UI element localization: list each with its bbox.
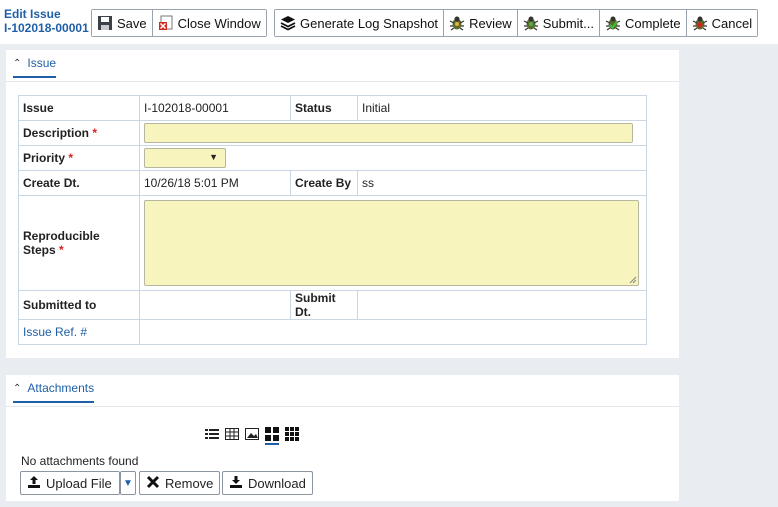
form-row: Reproducible Steps * (18, 195, 647, 291)
save-label: Save (117, 15, 147, 31)
small-tiles-view-icon[interactable] (285, 427, 299, 441)
chevron-down-icon: ▼ (209, 152, 218, 162)
edit-issue-label: Edit Issue (4, 7, 61, 21)
review-button[interactable]: Review (444, 10, 518, 36)
form-row: Issue Ref. # (18, 319, 647, 345)
bug-review-icon (449, 15, 465, 31)
form-row: Description * (18, 120, 647, 146)
issue-form: Issue I-102018-00001 Status Initial Desc… (18, 95, 647, 345)
priority-cell: ▼ (139, 145, 647, 171)
image-view-icon[interactable] (245, 427, 259, 441)
window-button-group: Save Close Window (91, 9, 267, 37)
close-window-button[interactable]: Close Window (152, 10, 266, 36)
floppy-disk-icon (97, 15, 113, 31)
issue-ref-link[interactable]: Issue Ref. # (23, 325, 87, 339)
required-marker: * (92, 126, 98, 140)
issue-panel-header: ⌃ Issue (6, 50, 679, 82)
generate-log-snapshot-label: Generate Log Snapshot (300, 15, 439, 31)
review-label: Review (469, 15, 512, 31)
download-button[interactable]: Download (222, 471, 313, 495)
save-button[interactable]: Save (92, 10, 153, 36)
create-dt-value: 10/26/18 5:01 PM (139, 170, 291, 196)
issue-section-toggle[interactable]: ⌃ Issue (13, 56, 57, 78)
attachments-panel: ⌃ Attachments No attachments found Uploa… (6, 375, 679, 501)
table-view-icon[interactable] (225, 427, 239, 441)
create-by-value: ss (357, 170, 647, 196)
remove-button[interactable]: Remove (139, 471, 221, 495)
issue-number: I-102018-00001 (4, 21, 89, 35)
generate-log-snapshot-button[interactable]: Generate Log Snapshot (275, 10, 445, 36)
submit-dt-label: Submit Dt. (290, 290, 358, 320)
priority-select[interactable]: ▼ (144, 148, 226, 168)
attachments-section-toggle[interactable]: ⌃ Attachments (13, 381, 95, 403)
description-cell (139, 120, 647, 146)
attachments-panel-header: ⌃ Attachments (6, 375, 679, 407)
close-window-icon (158, 15, 174, 31)
status-value: Initial (357, 95, 647, 121)
close-window-label: Close Window (177, 15, 261, 31)
issue-ref-label-cell: Issue Ref. # (18, 319, 140, 345)
large-tiles-view-icon[interactable] (265, 427, 279, 445)
upload-file-button[interactable]: Upload File (20, 471, 120, 495)
no-attachments-text: No attachments found (21, 454, 139, 468)
layers-icon (280, 15, 296, 31)
submitted-to-label: Submitted to (18, 290, 140, 320)
toolbar: Edit Issue I-102018-00001 Save Close Win… (0, 0, 778, 44)
required-marker: * (59, 243, 64, 257)
submit-dt-value (357, 290, 647, 320)
cancel-button[interactable]: Cancel (686, 10, 758, 36)
workflow-button-group: Generate Log Snapshot Review Submit... C… (274, 9, 759, 37)
submit-label: Submit... (542, 15, 594, 31)
required-marker: * (68, 151, 74, 165)
priority-label: Priority * (18, 145, 140, 171)
form-row: Priority * ▼ (18, 145, 647, 171)
complete-button[interactable]: Complete (599, 10, 687, 36)
create-by-label: Create By (290, 170, 358, 196)
submitted-to-value (139, 290, 291, 320)
list-view-icon[interactable] (205, 427, 219, 441)
issue-section-title: Issue (27, 56, 57, 70)
chevron-up-icon: ⌃ (13, 382, 22, 394)
page-title: Edit Issue I-102018-00001 (4, 7, 89, 35)
bug-cancel-icon (692, 15, 708, 31)
upload-options-dropdown[interactable]: ▼ (120, 471, 136, 495)
bug-complete-icon (605, 15, 621, 31)
issue-ref-value (139, 319, 647, 345)
status-label: Status (290, 95, 358, 121)
issue-value: I-102018-00001 (139, 95, 291, 121)
steps-cell (139, 195, 647, 291)
form-row: Submitted to Submit Dt. (18, 290, 647, 320)
steps-label: Reproducible Steps * (18, 195, 140, 291)
form-row: Issue I-102018-00001 Status Initial (18, 95, 647, 121)
issue-label: Issue (18, 95, 140, 121)
upload-file-label: Upload File (46, 475, 112, 491)
view-mode-switcher (205, 427, 299, 445)
resize-grip-icon[interactable] (629, 276, 637, 284)
x-icon (146, 475, 160, 492)
create-dt-label: Create Dt. (18, 170, 140, 196)
reproducible-steps-textarea[interactable] (144, 200, 639, 286)
upload-icon (27, 475, 41, 492)
form-row: Create Dt. 10/26/18 5:01 PM Create By ss (18, 170, 647, 196)
complete-label: Complete (624, 15, 681, 31)
bug-submit-icon (523, 15, 539, 31)
download-icon (229, 475, 243, 492)
download-label: Download (248, 475, 306, 491)
attachments-section-title: Attachments (27, 381, 95, 395)
submit-button[interactable]: Submit... (517, 10, 600, 36)
caret-down-icon: ▼ (123, 477, 133, 489)
cancel-label: Cancel (711, 15, 753, 31)
chevron-up-icon: ⌃ (13, 57, 22, 69)
remove-label: Remove (165, 475, 214, 491)
description-input[interactable] (144, 123, 633, 143)
description-label: Description * (18, 120, 140, 146)
issue-panel: ⌃ Issue Issue I-102018-00001 Status Init… (6, 50, 679, 358)
